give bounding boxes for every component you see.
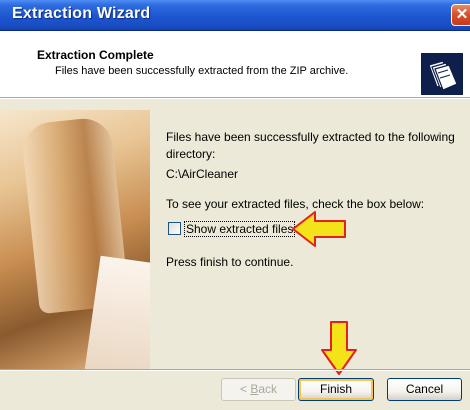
arrow-down-icon xyxy=(321,321,357,375)
success-message-line1: Files have been successfully extracted t… xyxy=(166,130,455,144)
instruction-text: To see your extracted files, check the b… xyxy=(166,197,425,211)
window-title: Extraction Wizard xyxy=(12,5,151,22)
footer-divider xyxy=(0,369,470,371)
zip-folder-icon xyxy=(421,53,463,95)
show-files-checkbox[interactable] xyxy=(168,222,181,235)
header-subtitle: Files have been successfully extracted f… xyxy=(55,65,349,77)
finish-button[interactable]: Finish xyxy=(298,378,374,401)
close-icon: ✕ xyxy=(455,6,469,23)
back-button[interactable]: < Back xyxy=(221,378,296,401)
header-title: Extraction Complete xyxy=(37,48,154,62)
finish-hint: Press finish to continue. xyxy=(166,255,294,269)
header-divider xyxy=(0,97,470,99)
arrow-left-icon xyxy=(292,211,346,247)
directory-path: C:\AirCleaner xyxy=(166,167,239,181)
success-message-line2: directory: xyxy=(166,147,216,161)
close-button[interactable]: ✕ xyxy=(451,4,470,26)
wizard-header: Extraction Complete Files have been succ… xyxy=(0,31,470,97)
title-bar: Extraction Wizard ✕ xyxy=(0,0,470,31)
show-files-label[interactable]: Show extracted files xyxy=(184,221,296,237)
wizard-side-image xyxy=(0,110,150,370)
cancel-button[interactable]: Cancel xyxy=(387,378,462,401)
